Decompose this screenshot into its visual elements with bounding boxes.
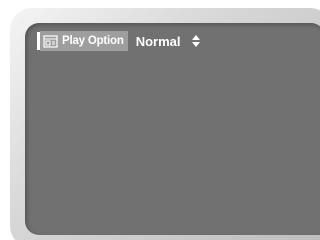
up-down-arrows-icon[interactable] [191,34,201,48]
play-option-row[interactable]: Play Option Normal [37,31,201,51]
play-option-icon [43,34,58,49]
tv-display: Play Option Normal [0,0,320,240]
play-option-label-box[interactable]: Play Option [40,31,128,51]
play-option-label: Play Option [62,35,124,47]
play-option-value[interactable]: Normal [136,34,181,49]
osd-screen [25,23,320,235]
